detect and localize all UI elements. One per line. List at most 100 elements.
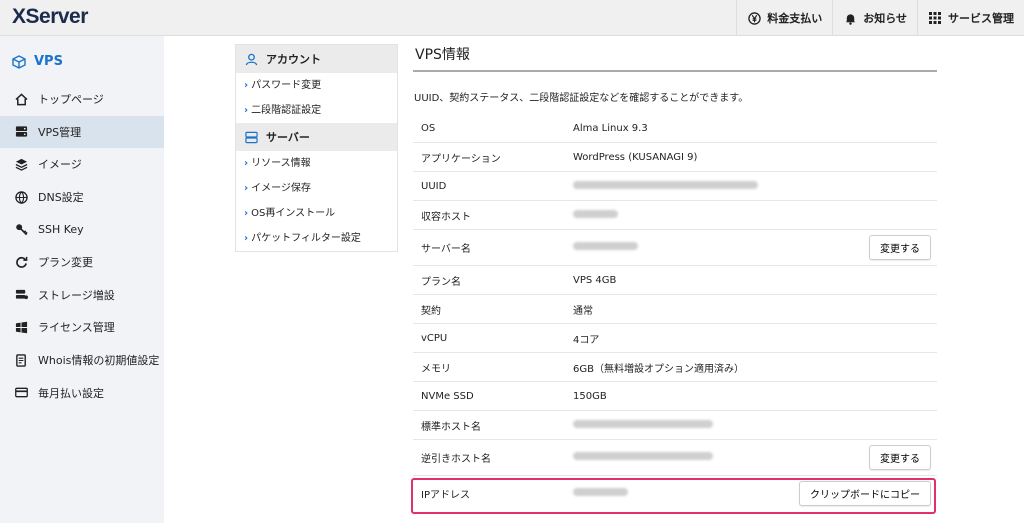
windows-icon xyxy=(14,320,28,334)
row-key: vCPU xyxy=(421,332,448,344)
redacted-value xyxy=(573,242,638,250)
sidebar-item-vps-manage[interactable]: VPS管理 xyxy=(0,115,164,149)
chevron-right-icon: › xyxy=(244,233,249,244)
sidebar-title-label: VPS xyxy=(34,54,63,69)
subnav-item-label: OS再インストール xyxy=(251,208,336,219)
chevron-right-icon: › xyxy=(244,80,249,91)
table-row-server-name: サーバー名 変更する xyxy=(413,230,937,266)
payment-label: 料金支払い xyxy=(767,12,823,25)
card-icon xyxy=(14,386,28,400)
user-icon xyxy=(244,52,258,66)
row-value: Alma Linux 9.3 xyxy=(573,122,648,134)
account-section-head: アカウント xyxy=(236,45,397,73)
xserver-logo[interactable]: XServer xyxy=(12,5,88,29)
subnav-item-packet-filter[interactable]: › パケットフィルター設定 xyxy=(236,226,397,251)
service-label: サービス管理 xyxy=(948,12,1014,25)
table-row-ssd: NVMe SSD 150GB xyxy=(413,382,937,411)
row-key: サーバー名 xyxy=(421,244,471,255)
document-icon xyxy=(14,353,28,367)
subnav-item-label: リソース情報 xyxy=(251,158,311,169)
sidebar-item-label: VPS管理 xyxy=(38,125,82,139)
subnav-item-resource[interactable]: › リソース情報 xyxy=(236,151,397,176)
sidebar-title[interactable]: VPS xyxy=(0,36,164,83)
chevron-right-icon: › xyxy=(244,208,249,219)
subnav-item-password[interactable]: › パスワード変更 xyxy=(236,73,397,98)
row-key: UUID xyxy=(421,180,447,192)
sidebar-item-image[interactable]: イメージ xyxy=(0,148,164,181)
layers-icon xyxy=(14,157,28,171)
subnav-item-os-reinstall[interactable]: › OS再インストール xyxy=(236,201,397,226)
sidebar-item-label: プラン変更 xyxy=(38,256,93,270)
sidebar-item-license[interactable]: ライセンス管理 xyxy=(0,311,164,344)
sidebar-item-ssh-key[interactable]: SSH Key xyxy=(0,213,164,246)
sidebar-item-top[interactable]: トップページ xyxy=(0,83,164,116)
row-key: 標準ホスト名 xyxy=(421,421,481,433)
row-key: IPアドレス xyxy=(421,490,470,501)
sidebar-item-label: ストレージ増設 xyxy=(38,288,115,302)
row-value: 6GB（無料増設オプション適用済み） xyxy=(573,363,744,375)
redacted-value xyxy=(573,209,618,218)
server-head-label: サーバー xyxy=(266,131,310,144)
subnav-item-label: パケットフィルター設定 xyxy=(251,233,361,244)
sidebar-item-label: ライセンス管理 xyxy=(38,321,115,335)
sidebar-item-label: Whois情報の初期値設定 xyxy=(38,354,160,368)
redacted-value xyxy=(573,419,713,428)
change-server-name-button[interactable]: 変更する xyxy=(869,235,931,260)
sidebar-item-monthly-payment[interactable]: 毎月払い設定 xyxy=(0,376,164,409)
row-value xyxy=(573,209,937,221)
main-content: VPS情報 UUID、契約ステータス、二段階認証設定などを確認することができます… xyxy=(413,44,937,107)
row-key: プラン名 xyxy=(421,276,461,288)
row-value xyxy=(573,180,937,192)
sidebar-item-dns[interactable]: DNS設定 xyxy=(0,181,164,214)
yen-icon xyxy=(747,11,761,25)
table-row-default-hostname: 標準ホスト名 xyxy=(413,411,937,440)
subnav-item-2fa[interactable]: › 二段階認証設定 xyxy=(236,98,397,123)
row-value: 4コア xyxy=(573,334,600,346)
payment-nav-item[interactable]: 料金支払い xyxy=(736,0,832,36)
change-reverse-hostname-button[interactable]: 変更する xyxy=(869,445,931,470)
vps-info-table: OS Alma Linux 9.3 アプリケーション WordPress (KU… xyxy=(413,114,937,511)
bell-icon xyxy=(843,11,857,25)
database-icon xyxy=(14,288,28,302)
home-icon xyxy=(14,92,28,106)
table-row-os: OS Alma Linux 9.3 xyxy=(413,114,937,143)
chevron-right-icon: › xyxy=(244,183,249,194)
copy-ip-button[interactable]: クリップボードにコピー xyxy=(799,481,931,506)
table-row-plan: プラン名 VPS 4GB xyxy=(413,266,937,295)
service-nav-item[interactable]: サービス管理 xyxy=(917,0,1024,36)
row-key: 逆引きホスト名 xyxy=(421,454,491,465)
top-bar: XServer 料金支払い お知らせ サービス管理 xyxy=(0,0,1024,36)
notice-nav-item[interactable]: お知らせ xyxy=(832,0,917,36)
redacted-value xyxy=(573,488,628,496)
row-value xyxy=(573,452,869,463)
row-value xyxy=(573,242,869,253)
sidebar-item-storage[interactable]: ストレージ増設 xyxy=(0,279,164,312)
row-value: WordPress (KUSANAGI 9) xyxy=(573,151,698,163)
page-title: VPS情報 xyxy=(413,44,937,72)
sidebar-item-whois[interactable]: Whois情報の初期値設定 xyxy=(0,344,164,377)
subnav-item-label: パスワード変更 xyxy=(251,80,322,91)
server-icon xyxy=(14,125,28,139)
sidebar-item-label: SSH Key xyxy=(38,223,84,237)
server-outline-icon xyxy=(244,130,258,144)
redacted-value xyxy=(573,452,713,460)
grid-icon xyxy=(928,11,942,25)
table-row-reverse-hostname: 逆引きホスト名 変更する xyxy=(413,440,937,476)
server-section-head: サーバー xyxy=(236,123,397,151)
table-row-memory: メモリ 6GB（無料増設オプション適用済み） xyxy=(413,353,937,382)
sidebar-item-label: イメージ xyxy=(38,158,82,172)
chevron-right-icon: › xyxy=(244,158,249,169)
refresh-icon xyxy=(14,255,28,269)
subnav-item-label: 二段階認証設定 xyxy=(251,105,322,116)
row-value: 150GB xyxy=(573,390,607,402)
sidebar-item-label: 毎月払い設定 xyxy=(38,386,104,400)
top-nav: 料金支払い お知らせ サービス管理 xyxy=(736,0,1024,36)
subnav-item-image-save[interactable]: › イメージ保存 xyxy=(236,176,397,201)
page-description: UUID、契約ステータス、二段階認証設定などを確認することができます。 xyxy=(414,93,749,104)
sidebar-item-label: トップページ xyxy=(38,93,104,107)
sidebar-item-plan-change[interactable]: プラン変更 xyxy=(0,246,164,279)
key-icon xyxy=(14,223,28,237)
table-row-host: 収容ホスト xyxy=(413,201,937,230)
row-value xyxy=(573,488,799,499)
redacted-value xyxy=(573,180,758,189)
